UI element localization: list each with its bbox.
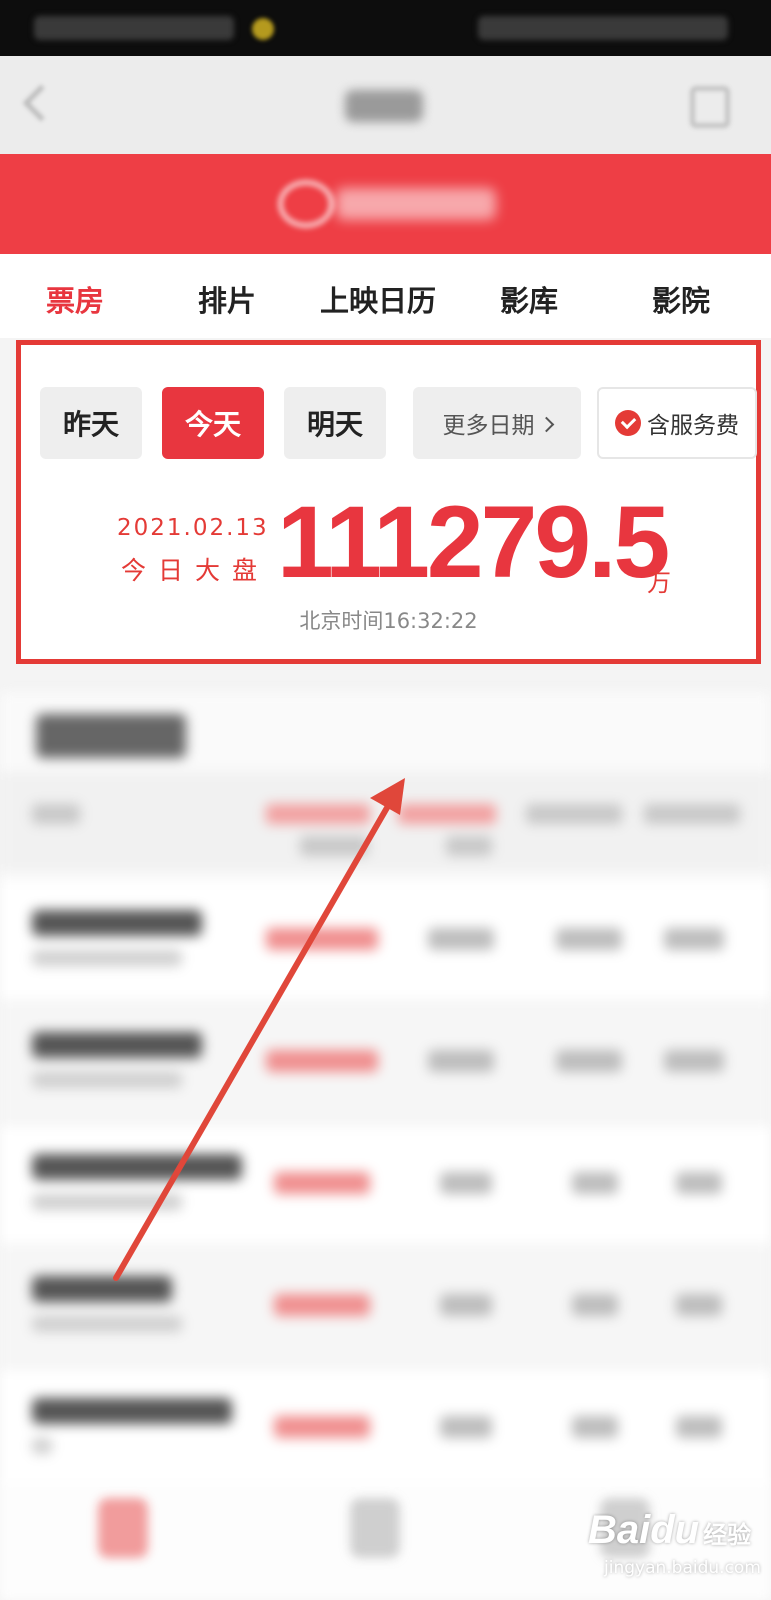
watermark-brand-cn: 经验 — [703, 1521, 752, 1549]
service-fee-label: 含服务费 — [647, 413, 739, 439]
more-dates-label: 更多日期 — [442, 413, 535, 439]
tab-box-office[interactable]: 票房 — [46, 278, 104, 320]
header-cell — [32, 804, 80, 824]
ranking-title — [36, 714, 186, 758]
table-row[interactable] — [0, 1248, 771, 1368]
row-title — [32, 910, 202, 936]
service-fee-toggle[interactable]: 含服务费 — [597, 387, 757, 459]
main-tabs: 票房 排片 上映日历 影库 影院 — [0, 254, 771, 338]
row-value — [556, 928, 622, 950]
header-cell — [300, 836, 368, 856]
row-value — [676, 1416, 722, 1438]
brand-logo-icon — [278, 180, 334, 228]
row-value — [676, 1172, 722, 1194]
bottom-nav-item-home[interactable] — [98, 1498, 148, 1558]
header-cell — [266, 804, 370, 824]
watermark-brand: Bai — [588, 1508, 651, 1552]
more-dates-button[interactable]: 更多日期 — [413, 387, 581, 459]
ranking-header — [0, 772, 771, 872]
table-row[interactable] — [0, 1004, 771, 1124]
row-value — [266, 1050, 378, 1072]
summary-date: 2021.02.13 — [117, 515, 269, 541]
baidu-jingyan-watermark: Baidu 经验 jingyan.baidu.com — [588, 1508, 761, 1578]
table-row[interactable] — [0, 1126, 771, 1246]
total-unit: 万 — [647, 569, 671, 597]
row-value — [266, 928, 378, 950]
header-cell — [398, 804, 496, 824]
summary-label: 今日大盘 — [121, 556, 270, 585]
row-title — [32, 1398, 232, 1424]
watermark-brand-suffix: du — [650, 1508, 700, 1552]
row-value — [676, 1294, 722, 1316]
row-subtitle — [32, 1194, 182, 1210]
tab-schedule[interactable]: 排片 — [198, 278, 256, 320]
tomorrow-button[interactable]: 明天 — [284, 387, 386, 459]
box-office-ranking — [0, 692, 771, 1600]
row-subtitle — [32, 1438, 52, 1454]
share-icon[interactable] — [690, 86, 730, 128]
box-office-summary-card: 昨天 今天 明天 更多日期 含服务费 2021.02.13 今日大盘 11127… — [16, 340, 761, 664]
row-value — [274, 1416, 370, 1438]
row-value — [572, 1172, 618, 1194]
row-value — [572, 1416, 618, 1438]
row-value — [572, 1294, 618, 1316]
system-indicators — [478, 16, 728, 40]
row-value — [428, 1050, 494, 1072]
tab-film-library[interactable]: 影库 — [500, 278, 558, 320]
page-title — [345, 90, 423, 122]
header-cell — [446, 836, 492, 856]
header-cell — [644, 804, 740, 824]
table-row[interactable] — [0, 1370, 771, 1490]
tab-cinemas[interactable]: 影院 — [652, 278, 710, 320]
bottom-nav-item[interactable] — [350, 1498, 400, 1558]
row-value — [440, 1416, 492, 1438]
checkmark-icon — [615, 410, 641, 436]
row-value — [664, 1050, 724, 1072]
row-subtitle — [32, 950, 182, 966]
row-value — [556, 1050, 622, 1072]
nav-header — [0, 56, 771, 154]
back-icon[interactable] — [22, 84, 60, 122]
row-title — [32, 1154, 242, 1180]
row-subtitle — [32, 1072, 182, 1088]
yesterday-button[interactable]: 昨天 — [40, 387, 142, 459]
row-value — [440, 1172, 492, 1194]
row-value — [428, 928, 494, 950]
notification-icon — [252, 18, 274, 40]
row-title — [32, 1276, 172, 1302]
chevron-right-icon — [538, 416, 554, 432]
header-cell — [526, 804, 622, 824]
status-bar — [0, 0, 771, 56]
row-value — [274, 1294, 370, 1316]
total-box-office: 111279.5 — [277, 485, 670, 599]
watermark-site: jingyan.baidu.com — [604, 1558, 761, 1578]
row-value — [440, 1294, 492, 1316]
row-value — [274, 1172, 370, 1194]
brand-name — [336, 188, 496, 220]
today-button[interactable]: 今天 — [162, 387, 264, 459]
tab-release-calendar[interactable]: 上映日历 — [320, 278, 436, 320]
row-title — [32, 1032, 202, 1058]
brand-banner — [0, 154, 771, 254]
row-value — [664, 928, 724, 950]
row-subtitle — [32, 1316, 182, 1332]
table-row[interactable] — [0, 882, 771, 1002]
beijing-time: 北京时间16:32:22 — [299, 609, 478, 633]
carrier-info — [34, 16, 234, 40]
time-label-row: 北京时间16:32:22 — [21, 605, 756, 635]
